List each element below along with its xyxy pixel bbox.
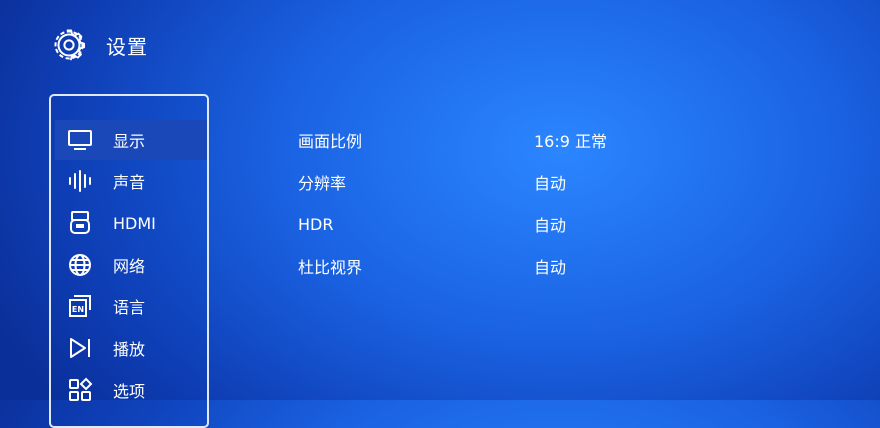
menu-item-label: 网络 xyxy=(113,257,146,276)
setting-dolby-vision[interactable]: 杜比视界 自动 xyxy=(298,254,818,278)
menu-item-language[interactable]: EN 语言 xyxy=(55,286,207,326)
menu-item-label: 选项 xyxy=(113,382,146,401)
setting-aspect-ratio[interactable]: 画面比例 16:9 正常 xyxy=(298,128,818,152)
page-title: 设置 xyxy=(106,34,148,59)
menu-item-label: 语言 xyxy=(113,298,146,317)
setting-hdr[interactable]: HDR 自动 xyxy=(298,212,818,236)
sound-wave-icon xyxy=(69,170,91,192)
language-icon: EN xyxy=(69,295,91,317)
menu-item-hdmi[interactable]: HDMI xyxy=(55,203,207,243)
play-icon xyxy=(70,338,90,358)
gear-icon xyxy=(54,29,86,61)
setting-name: 画面比例 xyxy=(298,132,363,151)
menu-item-playback[interactable]: 播放 xyxy=(55,328,207,368)
setting-name: 分辨率 xyxy=(298,174,347,193)
monitor-icon xyxy=(68,130,92,150)
hdmi-port-icon xyxy=(70,211,90,234)
setting-value: 16:9 正常 xyxy=(534,132,608,151)
globe-icon xyxy=(69,254,91,276)
menu-item-label: 播放 xyxy=(113,340,146,359)
menu-item-sound[interactable]: 声音 xyxy=(55,161,207,201)
setting-value: 自动 xyxy=(534,258,567,277)
menu-item-network[interactable]: 网络 xyxy=(55,245,207,285)
setting-value: 自动 xyxy=(534,216,567,235)
grid-options-icon xyxy=(69,377,93,401)
setting-resolution[interactable]: 分辨率 自动 xyxy=(298,170,818,194)
menu-item-label: 显示 xyxy=(113,132,146,151)
settings-menu: 显示 声音 HDMI 网络 EN 语言 播放 选项 xyxy=(49,94,209,428)
setting-name: 杜比视界 xyxy=(298,258,363,277)
menu-item-options[interactable]: 选项 xyxy=(55,370,207,410)
menu-item-display[interactable]: 显示 xyxy=(55,120,207,160)
page-header: 设置 xyxy=(52,28,148,62)
setting-name: HDR xyxy=(298,214,334,234)
setting-value: 自动 xyxy=(534,174,567,193)
menu-item-label: HDMI xyxy=(113,213,156,233)
svg-text:EN: EN xyxy=(72,305,84,314)
menu-item-label: 声音 xyxy=(113,173,146,192)
